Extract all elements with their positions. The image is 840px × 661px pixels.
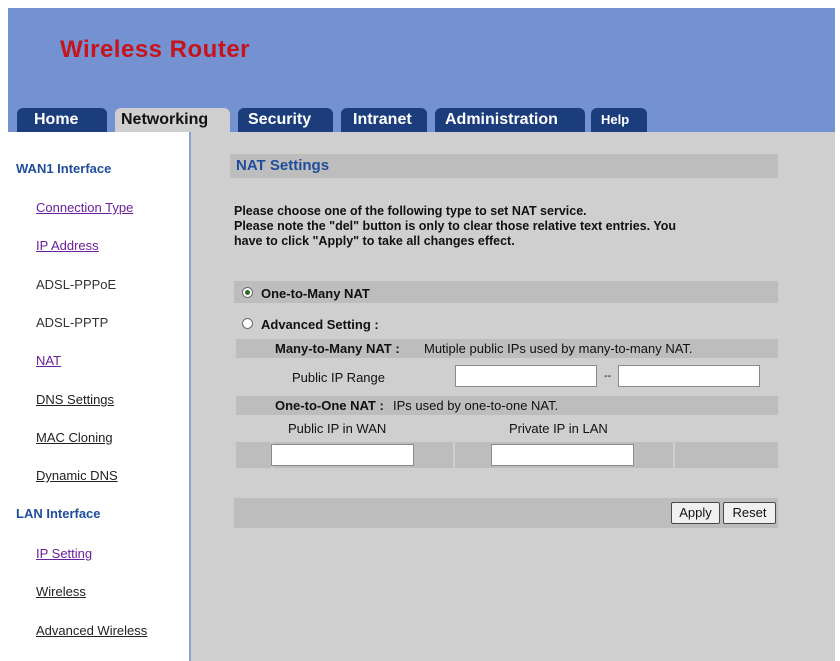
tab-security[interactable]: Security bbox=[238, 108, 333, 132]
tab-home[interactable]: Home bbox=[17, 108, 107, 132]
brand-title: Wireless Router bbox=[60, 36, 251, 63]
tab-administration[interactable]: Administration bbox=[435, 108, 585, 132]
one-to-one-label: One-to-One NAT : bbox=[275, 398, 384, 413]
tab-intranet[interactable]: Intranet bbox=[341, 108, 427, 132]
sidebar-item-nat[interactable]: NAT bbox=[36, 353, 61, 368]
sidebar-item-adsl-pptp: ADSL-PPTP bbox=[36, 315, 109, 330]
sidebar-item-connection-type[interactable]: Connection Type bbox=[36, 200, 133, 215]
public-ip-wan-input[interactable] bbox=[271, 444, 414, 466]
many-to-many-label: Many-to-Many NAT : bbox=[275, 341, 400, 356]
apply-button[interactable]: Apply bbox=[671, 502, 720, 524]
many-to-many-description: Mutiple public IPs used by many-to-many … bbox=[424, 341, 693, 356]
instruction-line-1: Please choose one of the following type … bbox=[234, 204, 587, 218]
sidebar-item-ip-address[interactable]: IP Address bbox=[36, 238, 99, 253]
sidebar-section-lan: LAN Interface bbox=[16, 506, 101, 521]
reset-button[interactable]: Reset bbox=[723, 502, 776, 524]
header-banner: Wireless Router Home Networking Security… bbox=[8, 8, 835, 134]
advanced-setting-radio[interactable] bbox=[242, 318, 253, 329]
one-to-many-radio[interactable] bbox=[242, 287, 253, 298]
private-ip-lan-header: Private IP in LAN bbox=[509, 421, 608, 436]
instruction-line-3: have to click "Apply" to take all change… bbox=[234, 234, 515, 248]
private-ip-lan-input[interactable] bbox=[491, 444, 634, 466]
one-to-one-description: IPs used by one-to-one NAT. bbox=[393, 398, 559, 413]
public-ip-range-end-input[interactable] bbox=[618, 365, 760, 387]
page-title: NAT Settings bbox=[236, 157, 330, 174]
cell-divider bbox=[673, 442, 675, 468]
range-separator: -- bbox=[604, 370, 612, 382]
cell-divider bbox=[453, 442, 455, 468]
sidebar-item-adsl-pppoe: ADSL-PPPoE bbox=[36, 277, 117, 292]
sidebar: WAN1 Interface Connection Type IP Addres… bbox=[8, 132, 191, 661]
sidebar-item-ip-setting[interactable]: IP Setting bbox=[36, 546, 92, 561]
sidebar-item-dns-settings[interactable]: DNS Settings bbox=[36, 392, 114, 407]
router-admin-page: Wireless Router Home Networking Security… bbox=[8, 8, 835, 661]
instruction-line-2: Please note the "del" button is only to … bbox=[234, 219, 677, 233]
tab-networking[interactable]: Networking bbox=[115, 108, 230, 134]
sidebar-item-advanced-wireless[interactable]: Advanced Wireless bbox=[36, 623, 147, 638]
public-ip-wan-header: Public IP in WAN bbox=[288, 421, 387, 436]
sidebar-item-wireless[interactable]: Wireless bbox=[36, 584, 86, 599]
sidebar-section-wan: WAN1 Interface bbox=[16, 161, 112, 176]
one-to-many-label: One-to-Many NAT bbox=[261, 286, 370, 301]
sidebar-item-mac-cloning[interactable]: MAC Cloning bbox=[36, 430, 113, 445]
radio-selected-dot bbox=[245, 290, 250, 295]
public-ip-range-label: Public IP Range bbox=[292, 370, 385, 385]
advanced-setting-label: Advanced Setting : bbox=[261, 317, 379, 332]
sidebar-item-dynamic-dns[interactable]: Dynamic DNS bbox=[36, 468, 118, 483]
tab-help[interactable]: Help bbox=[591, 108, 647, 132]
public-ip-range-start-input[interactable] bbox=[455, 365, 597, 387]
